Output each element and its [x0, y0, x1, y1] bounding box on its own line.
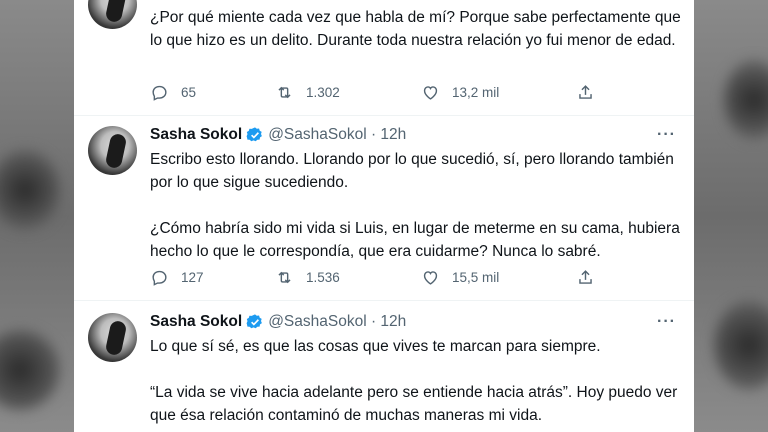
tweet[interactable]: Sasha Sokol @SashaSokol · 12h ··· Escrib… [74, 124, 694, 300]
avatar[interactable] [88, 0, 137, 29]
blurred-shape-bg [724, 60, 768, 140]
blurred-avatar-bg [0, 330, 60, 410]
blurred-shape-bg [714, 300, 768, 390]
share-icon [579, 269, 592, 284]
reply-icon [152, 85, 167, 101]
retweet-icon [278, 271, 291, 283]
author-handle-time[interactable]: @SashaSokol · 12h [268, 126, 406, 144]
share-button[interactable] [576, 266, 595, 288]
tweet[interactable]: Sasha Sokol @SashaSokol · 12h ··· Lo que… [74, 311, 694, 432]
tweet-text: Lo que sí sé, es que las cosas que vives… [150, 335, 690, 427]
author-handle-time[interactable]: @SashaSokol · 12h [268, 313, 406, 331]
retweet-icon [278, 86, 291, 98]
like-count: 13,2 mil [452, 84, 500, 100]
retweet-count: 1.536 [306, 269, 340, 285]
like-count: 15,5 mil [452, 269, 500, 285]
tweet-header: Sasha Sokol @SashaSokol · 12h [150, 124, 406, 146]
reply-icon [152, 270, 167, 286]
retweet-count: 1.302 [306, 84, 340, 100]
avatar[interactable] [88, 126, 137, 175]
reply-count: 127 [181, 269, 204, 285]
like-icon [423, 270, 438, 285]
verified-badge-icon [246, 127, 263, 142]
tweet[interactable]: ¿Por qué miente cada vez que habla de mí… [74, 0, 694, 115]
background-right [694, 0, 768, 432]
like-button[interactable]: 15,5 mil [421, 266, 499, 288]
tweet-text: Escribo esto llorando. Llorando por lo q… [150, 148, 690, 263]
like-icon [423, 85, 438, 100]
reply-button[interactable]: 65 [150, 81, 196, 103]
like-button[interactable]: 13,2 mil [421, 81, 499, 103]
tweet-text-body: ¿Por qué miente cada vez que habla de mí… [150, 9, 686, 49]
divider [74, 300, 694, 301]
share-button[interactable] [576, 81, 595, 103]
tweet-header: Sasha Sokol @SashaSokol · 12h [150, 311, 406, 333]
share-icon [579, 84, 592, 99]
author-name[interactable]: Sasha Sokol [150, 126, 242, 144]
more-icon[interactable]: ··· [657, 313, 676, 331]
tweet-actions: 127 1.536 15,5 mil [150, 266, 680, 288]
retweet-button[interactable]: 1.536 [275, 266, 340, 288]
tweet-text: ¿Por qué miente cada vez que habla de mí… [150, 6, 690, 52]
tweet-text-body: Lo que sí sé, es que las cosas que vives… [150, 338, 678, 424]
blurred-avatar-bg [0, 150, 60, 230]
avatar[interactable] [88, 313, 137, 362]
retweet-button[interactable]: 1.302 [275, 81, 340, 103]
tweet-text-body: Escribo esto llorando. Llorando por lo q… [150, 151, 680, 260]
author-name[interactable]: Sasha Sokol [150, 313, 242, 331]
tweet-thread: ¿Por qué miente cada vez que habla de mí… [74, 0, 694, 432]
reply-count: 65 [181, 84, 197, 100]
divider [74, 115, 694, 116]
tweet-actions: 65 1.302 13,2 mil [150, 81, 680, 103]
background-left [0, 0, 74, 432]
more-icon[interactable]: ··· [657, 126, 676, 144]
reply-button[interactable]: 127 [150, 266, 204, 288]
verified-badge-icon [246, 314, 263, 329]
